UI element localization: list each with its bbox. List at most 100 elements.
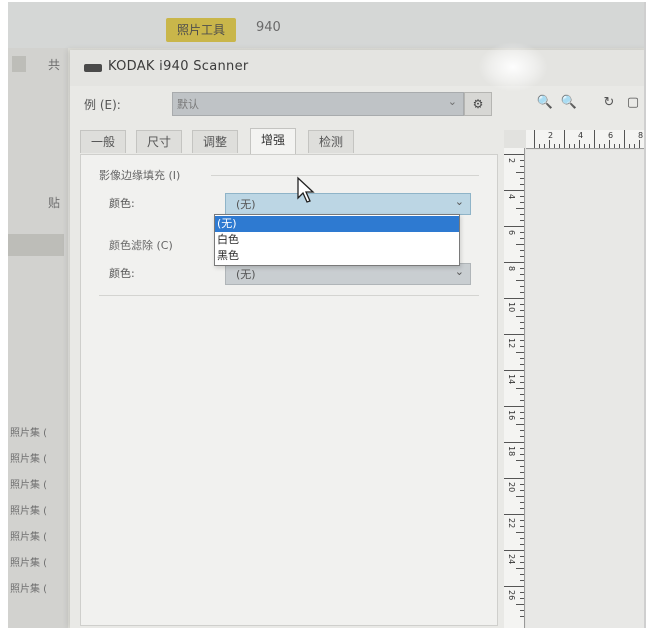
top-ruler: 2 4 6 8 xyxy=(526,130,644,149)
ruler-minor-tick xyxy=(589,144,590,148)
ruler-minor-tick xyxy=(520,232,524,233)
color-drop-color-combo[interactable]: (无) ⌄ xyxy=(225,263,471,285)
ruler-minor-tick xyxy=(520,616,524,617)
background-item: 照片集 ( xyxy=(10,480,48,491)
ruler-minor-tick xyxy=(520,328,524,329)
ruler-tick xyxy=(504,478,524,479)
ruler-minor-tick xyxy=(520,292,524,293)
preview-page xyxy=(526,150,644,628)
ruler-minor-tick xyxy=(554,144,555,148)
background-item: 照片集 ( xyxy=(10,584,48,595)
ruler-minor-tick xyxy=(549,140,550,148)
ruler-label: 20 xyxy=(507,482,516,493)
ruler-minor-tick xyxy=(579,140,580,148)
ruler-minor-tick xyxy=(520,346,524,347)
ruler-minor-tick xyxy=(516,496,524,497)
background-explorer-pane: 共 贴 照片集 ( 照片集 ( 照片集 ( 照片集 ( 照片集 ( 照片集 ( … xyxy=(8,48,68,628)
gear-icon[interactable]: ⚙ xyxy=(464,92,492,116)
ruler-label: 26 xyxy=(507,590,516,601)
ruler-minor-tick xyxy=(639,140,640,148)
ruler-minor-tick xyxy=(520,376,524,377)
ruler-minor-tick xyxy=(520,508,524,509)
kodak-logo-icon xyxy=(84,64,102,72)
profile-label: 例 (E): xyxy=(84,98,121,112)
ruler-label: 22 xyxy=(507,518,516,529)
ruler-tick xyxy=(504,334,524,335)
ruler-label: 6 xyxy=(507,230,516,236)
ruler-minor-tick xyxy=(520,556,524,557)
screen-glare xyxy=(478,42,548,92)
ruler-minor-tick xyxy=(520,610,524,611)
ruler-minor-tick xyxy=(520,358,524,359)
ruler-minor-tick xyxy=(516,244,524,245)
profile-value: 默认 xyxy=(177,98,199,111)
dropdown-option[interactable]: 白色 xyxy=(215,232,459,248)
ruler-minor-tick xyxy=(520,340,524,341)
ruler-tick xyxy=(594,130,595,148)
background-ribbon-tab[interactable]: 照片工具 xyxy=(166,18,236,42)
ruler-minor-tick xyxy=(520,430,524,431)
tab-adjust[interactable]: 调整 xyxy=(192,130,239,153)
ruler-label: 4 xyxy=(507,194,516,200)
ruler-minor-tick xyxy=(520,274,524,275)
tab-detect[interactable]: 检测 xyxy=(308,130,355,153)
dropdown-option[interactable]: 黑色 xyxy=(215,248,459,264)
scanner-settings-window: KODAK i940 Scanner 例 (E): 默认 ⌄ ⚙ 🔍 🔍 ↻ ▢… xyxy=(70,42,644,628)
ruler-minor-tick xyxy=(574,144,575,148)
color-drop-color-value: (无) xyxy=(236,268,256,281)
ruler-label: 14 xyxy=(507,374,516,385)
edge-fill-color-value: (无) xyxy=(236,198,256,211)
dropdown-option[interactable]: (无) xyxy=(215,216,459,232)
ruler-minor-tick xyxy=(516,352,524,353)
ruler-minor-tick xyxy=(520,382,524,383)
profile-row: 例 (E): 默认 ⌄ ⚙ 🔍 🔍 ↻ ▢ xyxy=(70,88,644,120)
ruler-minor-tick xyxy=(520,178,524,179)
background-path-bar xyxy=(8,234,64,256)
folder-icon xyxy=(12,56,26,72)
ruler-minor-tick xyxy=(516,280,524,281)
ruler-minor-tick xyxy=(520,202,524,203)
ruler-minor-tick xyxy=(520,394,524,395)
ruler-minor-tick xyxy=(516,388,524,389)
ruler-label: 12 xyxy=(507,338,516,349)
edge-fill-group-label: 影像边缘填充 (I) xyxy=(99,169,181,182)
ruler-tick xyxy=(504,226,524,227)
background-item: 照片集 ( xyxy=(10,428,48,439)
ruler-minor-tick xyxy=(520,574,524,575)
mouse-cursor-icon xyxy=(297,176,315,203)
zoom-in-icon[interactable]: 🔍 xyxy=(536,94,554,112)
fit-icon[interactable]: ▢ xyxy=(624,94,642,112)
tab-general[interactable]: 一般 xyxy=(80,130,127,153)
zoom-out-icon[interactable]: 🔍 xyxy=(560,94,578,112)
ruler-tick xyxy=(504,262,524,263)
edge-fill-color-dropdown: (无) 白色 黑色 xyxy=(214,214,460,266)
ruler-minor-tick xyxy=(520,268,524,269)
profile-select[interactable]: 默认 ⌄ xyxy=(172,92,464,116)
ruler-minor-tick xyxy=(516,316,524,317)
ruler-tick xyxy=(624,130,625,148)
ruler-minor-tick xyxy=(520,544,524,545)
tab-size[interactable]: 尺寸 xyxy=(136,130,183,153)
ruler-label: 8 xyxy=(638,131,644,140)
ruler-minor-tick xyxy=(520,220,524,221)
chevron-down-icon: ⌄ xyxy=(454,195,464,208)
ruler-minor-tick xyxy=(520,322,524,323)
background-item: 贴 xyxy=(48,196,61,210)
left-ruler: 2 4 6 8 10 12 14 16 18 20 22 24 26 xyxy=(504,148,525,628)
tab-enhance[interactable]: 增强 xyxy=(250,128,297,154)
ruler-minor-tick xyxy=(520,166,524,167)
preview-area: 2468 2 4 6 8 10 12 14 16 18 20 22 24 26 xyxy=(504,130,644,628)
ruler-minor-tick xyxy=(520,562,524,563)
background-item: 照片集 ( xyxy=(10,532,48,543)
edge-fill-color-combo[interactable]: (无) ⌄ xyxy=(225,193,471,215)
ruler-minor-tick xyxy=(520,502,524,503)
ruler-minor-tick xyxy=(520,466,524,467)
rotate-icon[interactable]: ↻ xyxy=(600,94,618,112)
ruler-label: 4 xyxy=(578,131,584,140)
ruler-tick xyxy=(564,130,565,148)
ruler-tick xyxy=(504,190,524,191)
ruler-minor-tick xyxy=(609,140,610,148)
ruler-label: 18 xyxy=(507,446,516,457)
ruler-minor-tick xyxy=(520,526,524,527)
ruler-minor-tick xyxy=(520,592,524,593)
